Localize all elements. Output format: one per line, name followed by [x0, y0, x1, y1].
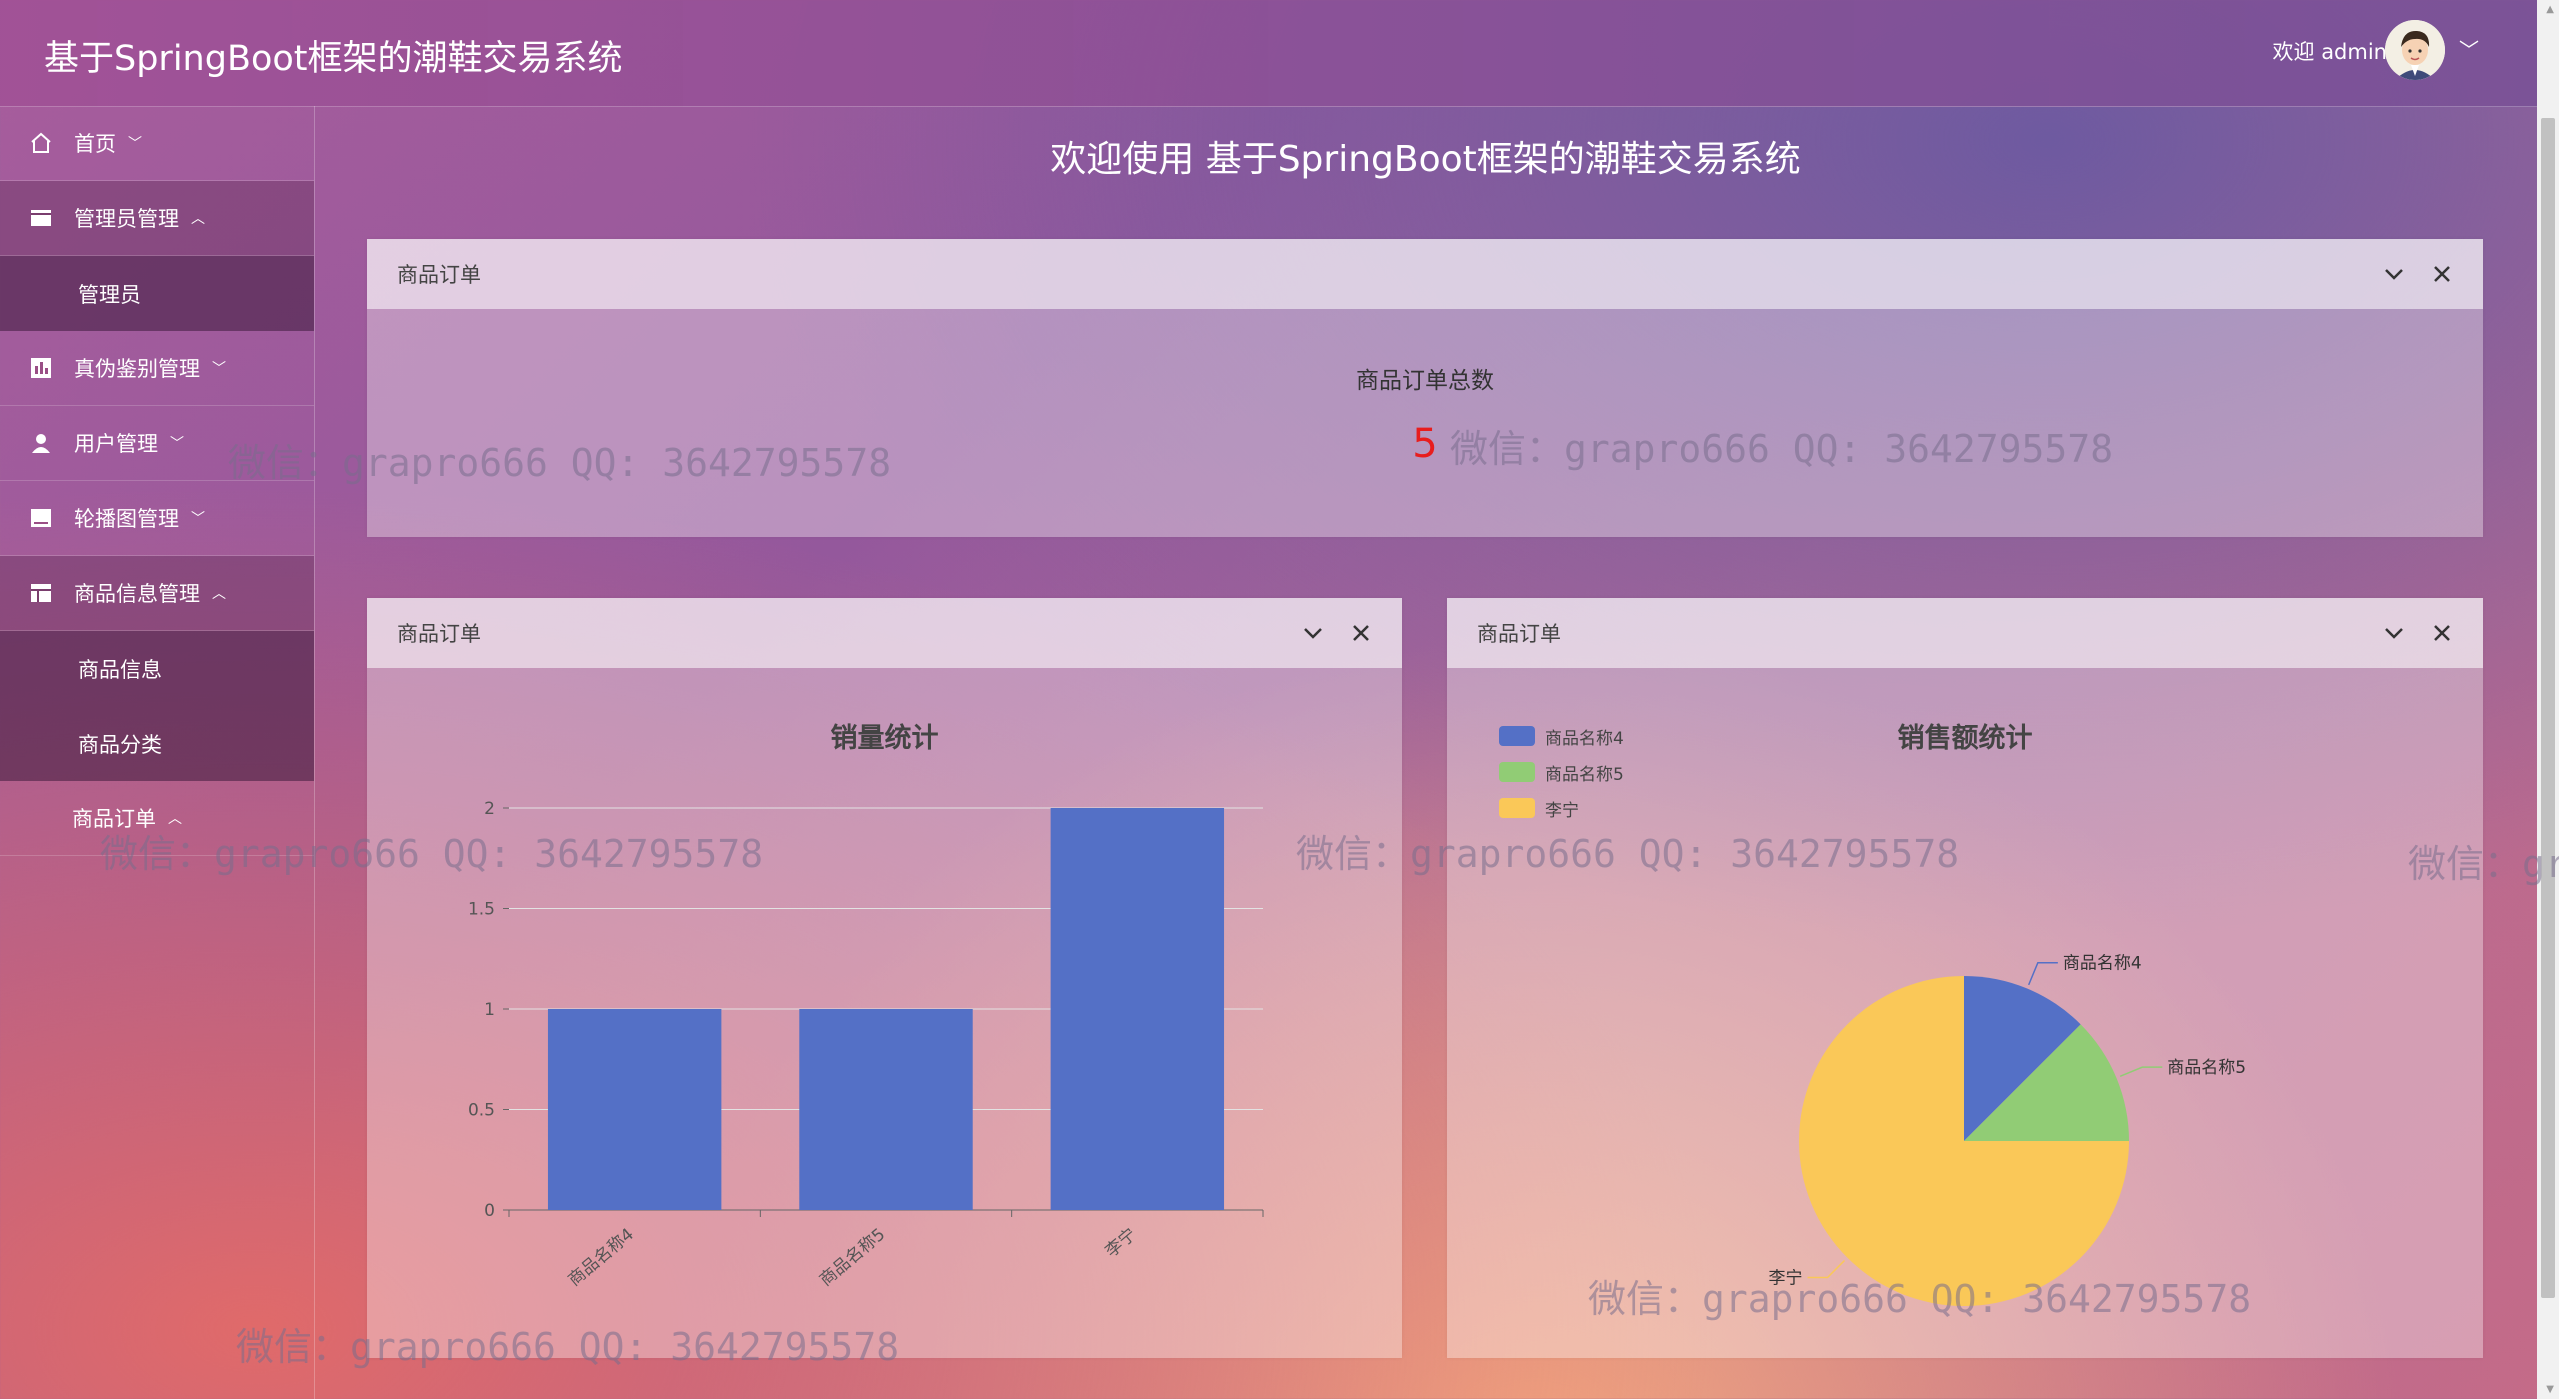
chevron-down-icon[interactable]: [2381, 620, 2407, 646]
x-tick-label: 李宁: [1102, 1225, 1141, 1262]
y-tick-label: 2: [484, 799, 495, 819]
x-tick-label: 商品名称4: [565, 1225, 638, 1291]
sidebar-item-label: 首页: [74, 132, 116, 156]
bar-chart: 0 0.5 1 1.5 2 商品名称4 商品名称5 李宁: [468, 799, 1264, 1291]
close-icon[interactable]: [2429, 261, 2455, 287]
watermark-text: 微信：grapro666 QQ: 3642795578: [228, 441, 892, 485]
page-scrollbar[interactable]: ▲ ▼: [2537, 0, 2559, 1399]
watermark-text: 微信：grapro666 QQ: 3642795578: [1450, 427, 2114, 471]
y-tick-label: 0.5: [468, 1101, 495, 1121]
scroll-down-arrow-icon[interactable]: ▼: [2546, 1384, 2554, 1395]
y-tick-label: 0: [484, 1201, 495, 1221]
sidebar-item-label: 真伪鉴别管理: [74, 357, 200, 381]
sidebar-subitem-admin[interactable]: 管理员: [0, 256, 314, 331]
user-icon: [28, 430, 54, 456]
chart-icon: [28, 355, 54, 381]
order-total-panel: 商品订单 商品订单总数 5: [367, 239, 2483, 537]
order-total-label: 商品订单总数: [1356, 368, 1494, 394]
panel-header: 商品订单: [367, 239, 2483, 309]
scroll-thumb[interactable]: [2541, 118, 2555, 1298]
panel-title: 商品订单: [1477, 622, 1561, 646]
app-title: 基于SpringBoot框架的潮鞋交易系统: [44, 39, 623, 79]
chevron-up-icon: ︿: [212, 586, 226, 602]
sidebar-item-goods-management[interactable]: 商品信息管理 ︿: [0, 556, 314, 631]
chevron-down-icon[interactable]: [2381, 261, 2407, 287]
panel-title: 商品订单: [397, 622, 481, 646]
pie-label-line: [2027, 961, 2058, 986]
card-icon: [28, 205, 54, 231]
sidebar-subitem-goods-info[interactable]: 商品信息: [0, 631, 314, 706]
watermark-text: 微信：grapro666 QQ: 3642795578: [100, 832, 764, 876]
sidebar-item-label: 用户管理: [74, 432, 158, 456]
table-icon: [28, 580, 54, 606]
pie-label-line: [2119, 1066, 2163, 1078]
submenu-admin: 管理员: [0, 256, 314, 331]
chevron-down-icon: ﹀: [191, 511, 205, 527]
watermark-text: 微信：grapro666 QQ: 3642795578: [1588, 1277, 2252, 1321]
chevron-down-icon: ﹀: [212, 361, 226, 377]
sidebar-item-carousel[interactable]: 轮播图管理 ﹀: [0, 481, 314, 556]
sidebar-item-label: 轮播图管理: [74, 507, 179, 531]
pie-chart: 商品名称4商品名称5李宁: [1769, 954, 2246, 1306]
y-tick-label: 1.5: [468, 900, 495, 920]
bar: [1050, 808, 1225, 1210]
bar: [547, 1009, 722, 1210]
bar: [799, 1009, 973, 1210]
submenu-goods: 商品信息 商品分类: [0, 631, 314, 781]
close-icon[interactable]: [1348, 620, 1374, 646]
sidebar-subitem-goods-category[interactable]: 商品分类: [0, 706, 314, 781]
watermark-text: 微信：grapro666 QQ: 3642795578: [1296, 832, 1960, 876]
pie-label: 商品名称5: [2167, 1058, 2246, 1078]
sidebar-item-admin-management[interactable]: 管理员管理 ︿: [0, 181, 314, 256]
panel-header: 商品订单: [367, 598, 1402, 668]
chevron-down-icon: ﹀: [128, 136, 142, 152]
sidebar-item-home[interactable]: 首页 ﹀: [0, 106, 314, 181]
y-tick-label: 1: [484, 1000, 495, 1020]
image-icon: [28, 505, 54, 531]
panel-header: 商品订单: [1447, 598, 2483, 668]
watermark-text: 微信：grapro666 QQ: 3642795578: [236, 1325, 900, 1369]
watermark-text: 微信：grapro666 QQ: 3642795578: [2408, 842, 2559, 886]
panel-title: 商品订单: [397, 263, 481, 287]
page-title: 欢迎使用 基于SpringBoot框架的潮鞋交易系统: [1050, 139, 1801, 180]
welcome-text: 欢迎 admin: [2272, 40, 2387, 64]
close-icon[interactable]: [2429, 620, 2455, 646]
x-tick-label: 商品名称5: [816, 1225, 889, 1291]
sales-amount-panel: 商品订单 销售额统计 商品名称4 商品名称5 李宁 商品名称4 商品名称5 李宁: [1447, 598, 2483, 1358]
sales-volume-panel: 商品订单 销量统计 0 0.5 1 1.5 2 商品名称4 商品名称5 李宁: [367, 598, 1402, 1358]
avatar[interactable]: [2385, 20, 2445, 80]
chevron-down-icon: ﹀: [170, 436, 184, 452]
sidebar-item-label: 管理员管理: [74, 207, 179, 231]
home-icon: [28, 130, 54, 156]
sidebar: 首页 ﹀ 管理员管理 ︿ 管理员 真伪鉴别管理 ﹀ 用户管理 ﹀ 轮播图管理 ﹀: [0, 106, 315, 1399]
user-menu-chevron-icon[interactable]: ﹀: [2459, 34, 2479, 63]
chevron-down-icon[interactable]: [1300, 620, 1326, 646]
pie-label: 商品名称4: [2063, 954, 2142, 974]
top-header: 基于SpringBoot框架的潮鞋交易系统 欢迎 admin ﹀: [0, 0, 2537, 107]
sidebar-item-label: 商品信息管理: [74, 582, 200, 606]
scroll-up-arrow-icon[interactable]: ▲: [2546, 4, 2554, 15]
chevron-up-icon: ︿: [191, 211, 205, 227]
sidebar-item-authentication[interactable]: 真伪鉴别管理 ﹀: [0, 331, 314, 406]
